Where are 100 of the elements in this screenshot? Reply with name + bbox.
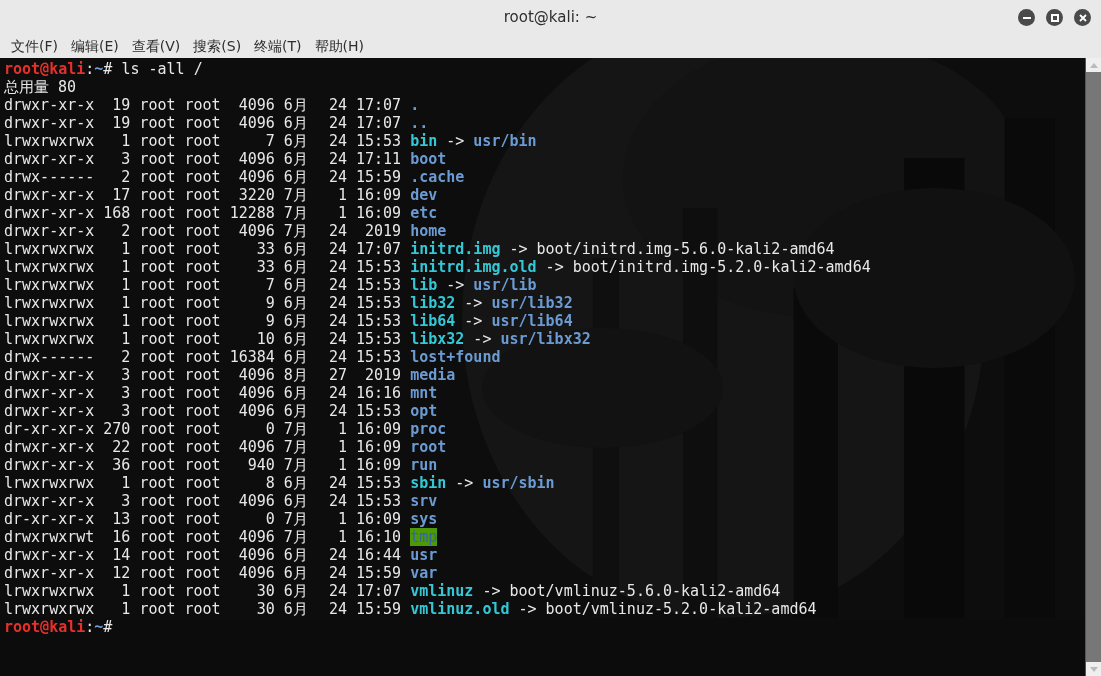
group-text: root	[184, 168, 221, 186]
time-text: 16:09	[356, 420, 402, 438]
size-text: 4096	[237, 564, 275, 582]
time-text: 16:09	[356, 438, 402, 456]
permissions-text: drwxr-xr-x	[4, 546, 95, 564]
link-count-text: 1	[120, 132, 131, 150]
owner-text: root	[139, 528, 176, 546]
menu-item[interactable]: 搜索(S)	[188, 36, 247, 56]
link-count-text: 36	[111, 456, 131, 474]
menu-item[interactable]: 文件(F)	[6, 36, 63, 56]
owner-text: root	[139, 438, 176, 456]
permissions-text: lrwxrwxrwx	[4, 258, 95, 276]
owner-text: root	[139, 258, 176, 276]
month-text: 6月	[283, 546, 309, 564]
time-text: 15:53	[356, 474, 402, 492]
prompt-symbol: #	[103, 60, 113, 78]
group-text: root	[184, 132, 221, 150]
time-text: 15:53	[356, 258, 402, 276]
group-text: root	[184, 204, 221, 222]
menu-item[interactable]: 帮助(H)	[309, 36, 370, 56]
file-name-text: bin	[410, 132, 438, 150]
month-text: 6月	[283, 600, 309, 618]
day-text: 24	[327, 474, 347, 492]
time-text: 2019	[364, 366, 402, 384]
day-text: 24	[327, 600, 347, 618]
size-text: 4096	[237, 402, 275, 420]
menu-item[interactable]: 终端(T)	[249, 36, 307, 56]
day-text: 24	[327, 132, 347, 150]
link-count-text: 1	[120, 600, 131, 618]
permissions-text: lrwxrwxrwx	[4, 294, 95, 312]
time-text: 16:09	[356, 456, 402, 474]
time-text: 15:53	[356, 402, 402, 420]
size-text: 4096	[237, 222, 275, 240]
maximize-icon	[1050, 13, 1059, 22]
month-text: 6月	[283, 348, 309, 366]
month-text: 6月	[283, 402, 309, 420]
file-name-text: initrd.img	[410, 240, 501, 258]
size-text: 4096	[237, 114, 275, 132]
time-text: 15:53	[356, 492, 402, 510]
permissions-text: lrwxrwxrwx	[4, 276, 95, 294]
time-text: 15:59	[356, 600, 402, 618]
day-text: 24	[327, 150, 347, 168]
month-text: 6月	[283, 240, 309, 258]
size-text: 10	[255, 330, 275, 348]
time-text: 16:10	[356, 528, 402, 546]
group-text: root	[184, 114, 221, 132]
down-arrow-icon	[1089, 666, 1098, 672]
time-text: 15:53	[356, 330, 402, 348]
file-name-text: etc	[410, 204, 438, 222]
file-name-text: media	[410, 366, 456, 384]
owner-text: root	[139, 384, 176, 402]
prompt-separator: :	[85, 618, 95, 636]
arrow-text: ->	[455, 474, 474, 492]
size-text: 4096	[237, 150, 275, 168]
day-text: 24	[327, 384, 347, 402]
prompt-user-host: root@kali	[4, 618, 86, 636]
time-text: 15:53	[356, 312, 402, 330]
link-target-text: usr/lib64	[491, 312, 573, 330]
size-text: 33	[255, 258, 275, 276]
link-count-text: 12	[111, 564, 131, 582]
minimize-button[interactable]	[1018, 9, 1035, 26]
owner-text: root	[139, 276, 176, 294]
group-text: root	[184, 312, 221, 330]
permissions-text: dr-xr-xr-x	[4, 420, 95, 438]
maximize-button[interactable]	[1046, 9, 1063, 26]
permissions-text: lrwxrwxrwx	[4, 330, 95, 348]
group-text: root	[184, 294, 221, 312]
file-name-text: home	[410, 222, 447, 240]
size-text: 4096	[237, 492, 275, 510]
time-text: 15:53	[356, 294, 402, 312]
day-text: 24	[327, 258, 347, 276]
file-name-text: tmp	[410, 528, 438, 546]
menu-item[interactable]: 编辑(E)	[66, 36, 124, 56]
owner-text: root	[139, 366, 176, 384]
month-text: 6月	[283, 150, 309, 168]
group-text: root	[184, 258, 221, 276]
link-target-text: boot/vmlinuz-5.6.0-kali2-amd64	[509, 582, 781, 600]
owner-text: root	[139, 222, 176, 240]
day-text: 24	[327, 312, 347, 330]
group-text: root	[184, 402, 221, 420]
size-text: 0	[264, 510, 275, 528]
file-name-text: .	[410, 96, 420, 114]
day-text: 1	[336, 420, 347, 438]
file-name-text: initrd.img.old	[410, 258, 537, 276]
file-name-text: opt	[410, 402, 438, 420]
link-count-text: 22	[111, 438, 131, 456]
permissions-text: drwxr-xr-x	[4, 366, 95, 384]
menu-item[interactable]: 查看(V)	[126, 36, 186, 56]
month-text: 7月	[283, 528, 309, 546]
link-count-text: 1	[120, 582, 131, 600]
size-text: 8	[264, 474, 275, 492]
link-count-text: 1	[120, 276, 131, 294]
month-text: 7月	[283, 222, 309, 240]
close-button[interactable]	[1074, 9, 1091, 26]
arrow-text: ->	[473, 330, 492, 348]
link-count-text: 3	[120, 150, 131, 168]
time-text: 15:59	[356, 564, 402, 582]
group-text: root	[184, 564, 221, 582]
month-text: 7月	[283, 510, 309, 528]
link-target-text: usr/sbin	[482, 474, 555, 492]
